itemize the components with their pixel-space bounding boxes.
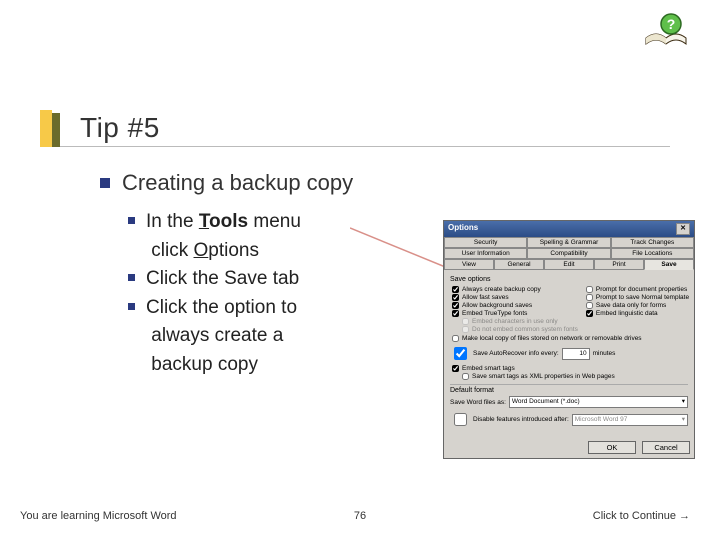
label: Make local copy of files stored on netwo… — [462, 335, 642, 342]
value: Word Document (*.doc) — [512, 397, 580, 407]
dialog-button-row: OK Cancel — [444, 437, 694, 458]
tab-file-locations[interactable]: File Locations — [611, 248, 694, 259]
cb-disable-after[interactable] — [454, 413, 467, 426]
default-format-label: Default format — [450, 387, 688, 394]
cb-autorecover[interactable] — [454, 347, 467, 360]
chevron-down-icon: ▾ — [682, 397, 685, 407]
label: Allow background saves — [462, 302, 532, 309]
left-options-column: Always create backup copy Allow fast sav… — [450, 285, 578, 334]
cb-embed-smart-tags[interactable]: Embed smart tags — [450, 365, 688, 372]
label: Save smart tags as XML properties in Web… — [472, 373, 615, 380]
tab-edit[interactable]: Edit — [544, 259, 594, 270]
tab-view[interactable]: View — [444, 259, 494, 270]
tab-security[interactable]: Security — [444, 237, 527, 248]
right-options-column: Prompt for document properties Prompt to… — [584, 285, 689, 334]
cb-embed-linguistic[interactable]: Embed linguistic data — [584, 310, 689, 317]
label: Embed characters in use only — [472, 318, 558, 325]
ok-button[interactable]: OK — [588, 441, 636, 454]
cb-allow-background-saves[interactable]: Allow background saves — [450, 302, 578, 309]
divider — [450, 384, 688, 385]
text: backup copy — [151, 354, 258, 375]
label: Prompt for document properties — [596, 286, 687, 293]
text: click — [151, 240, 193, 261]
tab-row-2: User Information Compatibility File Loca… — [444, 248, 694, 259]
tab-spelling[interactable]: Spelling & Grammar — [527, 237, 610, 248]
sub-item-3c: backup copy — [128, 351, 420, 380]
cb-prompt-doc-props[interactable]: Prompt for document properties — [584, 286, 689, 293]
tab-user-info[interactable]: User Information — [444, 248, 527, 259]
disable-after-row: Disable features introduced after: Micro… — [450, 410, 688, 429]
cb-embed-truetype[interactable]: Embed TrueType fonts — [450, 310, 578, 317]
tab-save[interactable]: Save — [644, 259, 694, 270]
tab-row-3: View General Edit Print Save — [444, 259, 694, 270]
text: ptions — [208, 240, 259, 261]
dialog-title: Options — [448, 223, 478, 235]
label: Allow fast saves — [462, 294, 509, 301]
svg-text:?: ? — [667, 16, 676, 32]
label: Save Word files as: — [450, 399, 506, 406]
label: Prompt to save Normal template — [596, 294, 689, 301]
label: minutes — [593, 350, 616, 357]
cb-save-data-forms[interactable]: Save data only for forms — [584, 302, 689, 309]
label: Embed TrueType fonts — [462, 310, 527, 317]
bullet-main: Creating a backup copy — [100, 170, 420, 196]
text: menu — [248, 211, 301, 232]
cb-local-copy-network[interactable]: Make local copy of files stored on netwo… — [450, 335, 688, 342]
save-as-dropdown[interactable]: Word Document (*.doc) ▾ — [509, 396, 688, 408]
page-number: 76 — [354, 510, 366, 522]
chevron-down-icon: ▾ — [682, 415, 685, 425]
cb-always-create-backup[interactable]: Always create backup copy — [450, 286, 578, 293]
cb-prompt-normal[interactable]: Prompt to save Normal template — [584, 294, 689, 301]
help-book-icon: ? — [642, 10, 690, 55]
text-bold: ools — [209, 211, 248, 232]
text-underline: O — [194, 240, 209, 261]
close-icon[interactable]: ✕ — [676, 223, 690, 235]
label: Do not embed common system fonts — [472, 326, 578, 333]
text: In the — [146, 211, 199, 232]
label: Always create backup copy — [462, 286, 541, 293]
options-dialog: Options ✕ Security Spelling & Grammar Tr… — [443, 220, 695, 459]
disable-after-dropdown[interactable]: Microsoft Word 97 ▾ — [572, 414, 688, 426]
slide-title-block: Tip #5 — [40, 110, 670, 147]
tab-print[interactable]: Print — [594, 259, 644, 270]
tab-track-changes[interactable]: Track Changes — [611, 237, 694, 248]
value: Microsoft Word 97 — [575, 415, 628, 425]
save-as-row: Save Word files as: Word Document (*.doc… — [450, 396, 688, 408]
dialog-body: Save options Always create backup copy A… — [444, 270, 694, 437]
dialog-titlebar: Options ✕ — [444, 221, 694, 237]
cancel-button[interactable]: Cancel — [642, 441, 690, 454]
label: Embed smart tags — [462, 365, 515, 372]
cb-embed-chars-only: Embed characters in use only — [450, 318, 578, 325]
click-to-continue[interactable]: Click to Continue → — [593, 510, 690, 522]
accent-bar-olive — [52, 113, 60, 147]
tab-compatibility[interactable]: Compatibility — [527, 248, 610, 259]
footer-left: You are learning Microsoft Word — [20, 510, 177, 522]
slide-title: Tip #5 — [60, 110, 670, 147]
accent-bar-yellow — [40, 110, 52, 147]
label: Disable features introduced after: — [473, 416, 569, 423]
save-options-label: Save options — [450, 276, 688, 283]
sub-item-3b: always create a — [128, 322, 420, 351]
cb-allow-fast-saves[interactable]: Allow fast saves — [450, 294, 578, 301]
cb-smart-tags-xml[interactable]: Save smart tags as XML properties in Web… — [450, 373, 688, 380]
tab-row-1: Security Spelling & Grammar Track Change… — [444, 237, 694, 248]
label: Save data only for forms — [596, 302, 666, 309]
label: Embed linguistic data — [596, 310, 658, 317]
label: Save AutoRecover info every: — [473, 350, 559, 357]
autorecover-value[interactable]: 10 — [562, 348, 590, 360]
text: always create a — [151, 325, 283, 346]
autorecover-row: Save AutoRecover info every: 10 minutes — [450, 344, 688, 363]
tab-general[interactable]: General — [494, 259, 544, 270]
text-underline: T — [199, 211, 209, 232]
cb-no-common-fonts: Do not embed common system fonts — [450, 326, 578, 333]
